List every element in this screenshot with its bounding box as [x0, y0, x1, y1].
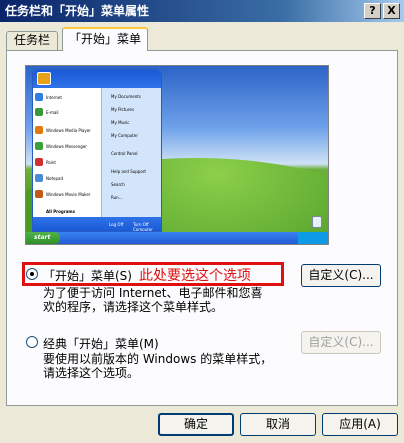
paint-icon: [35, 158, 43, 166]
close-button[interactable]: X: [383, 3, 400, 19]
preview-left-column: Internet E-mail Windows Media Player Win…: [33, 88, 101, 217]
preview-left-item: Paint: [46, 160, 56, 165]
preview-left-item: Notepad: [46, 176, 63, 181]
messenger-icon: [35, 142, 43, 150]
ok-button[interactable]: 确定: [158, 413, 234, 436]
recycle-bin-icon: [312, 216, 322, 228]
preview-right-item: My Music: [111, 120, 130, 125]
preview-left-item: E-mail: [46, 110, 59, 115]
preview-right-item: Help and Support: [111, 169, 146, 174]
user-avatar-icon: [37, 72, 51, 85]
preview-right-item: Search: [111, 182, 125, 187]
preview-right-item: My Computer: [111, 133, 138, 138]
window-title: 任务栏和「开始」菜单属性: [5, 4, 150, 18]
preview-start-menu: Internet E-mail Windows Media Player Win…: [32, 69, 162, 232]
classic-menu-description-line2: 请选择这个选项。: [43, 366, 140, 380]
tab-panel: Internet E-mail Windows Media Player Win…: [6, 50, 398, 406]
preview-menu-footer: Log Off Turn Off Computer: [33, 217, 161, 231]
preview-right-item: My Documents: [111, 94, 141, 99]
internet-icon: [35, 93, 43, 101]
preview-turnoff: Turn Off Computer: [133, 222, 153, 232]
preview-left-item: Windows Media Player: [46, 128, 91, 133]
preview-logoff: Log Off: [109, 222, 124, 227]
preview-user-header: [33, 70, 161, 88]
media-player-icon: [35, 126, 43, 134]
movie-maker-icon: [35, 190, 43, 198]
title-bar: 任务栏和「开始」菜单属性 ? X: [0, 0, 404, 22]
cancel-button[interactable]: 取消: [240, 413, 316, 436]
customize-classic-menu-button[interactable]: 自定义(C)...: [301, 331, 381, 354]
preview-taskbar: start: [26, 232, 328, 244]
preview-right-item: Run...: [111, 195, 123, 200]
tab-taskbar[interactable]: 任务栏: [6, 31, 58, 50]
preview-left-item: Internet: [46, 95, 62, 100]
preview-right-column: My Documents My Pictures My Music My Com…: [101, 88, 161, 217]
start-menu-description-line2: 欢的程序，请选择这个菜单样式。: [43, 300, 224, 314]
start-menu-preview: Internet E-mail Windows Media Player Win…: [25, 65, 329, 245]
classic-menu-radio[interactable]: [26, 336, 38, 348]
preview-all-programs: All Programs: [46, 209, 75, 214]
tab-start-menu[interactable]: 「开始」菜单: [62, 27, 148, 51]
classic-menu-option-label[interactable]: 经典「开始」菜单(M): [43, 335, 159, 352]
start-menu-description-line1: 为了便于访问 Internet、电子邮件和您喜: [43, 286, 263, 300]
notepad-icon: [35, 174, 43, 182]
help-button[interactable]: ?: [364, 3, 381, 19]
classic-menu-description-line1: 要使用以前版本的 Windows 的菜单样式，: [43, 352, 273, 366]
preview-start-button: start: [26, 232, 60, 244]
preview-right-item: Control Panel: [111, 151, 138, 156]
preview-system-tray: [298, 232, 328, 244]
email-icon: [35, 108, 43, 116]
apply-button[interactable]: 应用(A): [322, 413, 398, 436]
preview-left-item: Windows Messenger: [46, 144, 87, 149]
preview-right-item: My Pictures: [111, 107, 134, 112]
annotation-highlight-box: [22, 262, 284, 286]
customize-start-menu-button[interactable]: 自定义(C)...: [301, 264, 381, 287]
preview-left-item: Windows Movie Maker: [46, 192, 91, 197]
